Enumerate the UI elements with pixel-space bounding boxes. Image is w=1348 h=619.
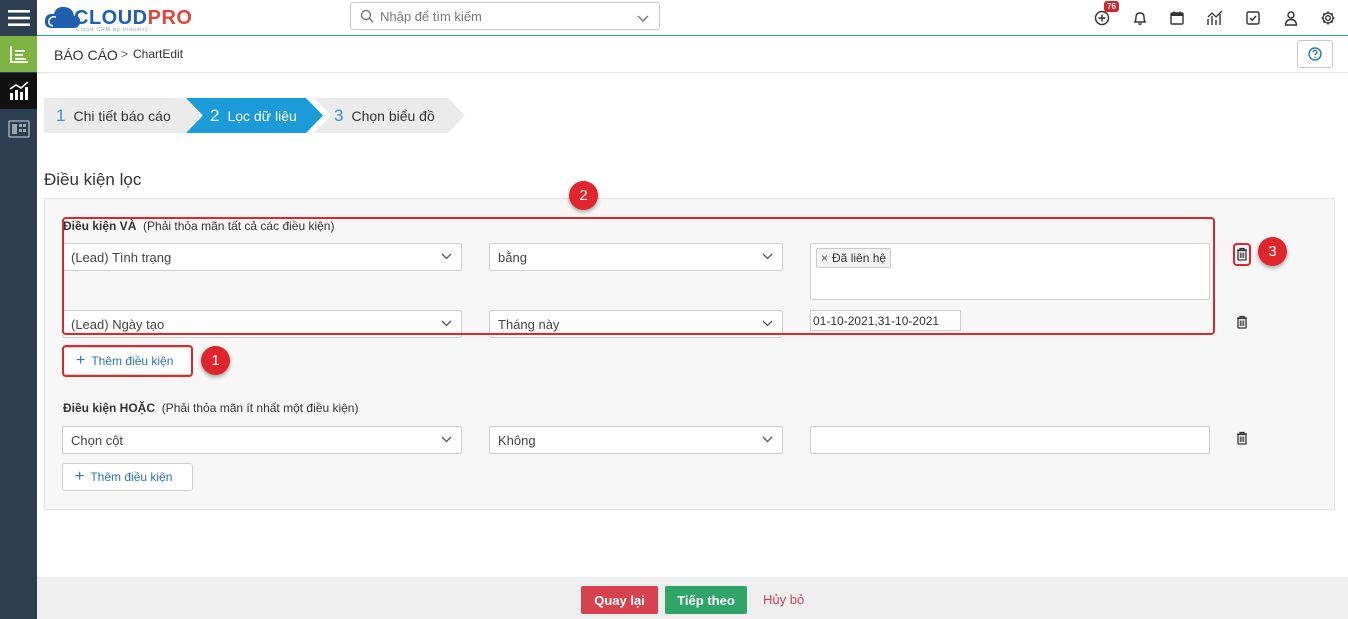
or-row1-column-select[interactable]: Chọn cột (62, 426, 462, 454)
annotation-highlight-add-button (62, 345, 193, 377)
or-add-condition-button[interactable]: + Thêm điều kiện (62, 463, 193, 491)
notification-count-badge: 76 (1104, 1, 1119, 12)
task-check-icon[interactable] (1244, 9, 1262, 27)
settings-gear-icon[interactable] (1319, 9, 1337, 27)
annotation-highlight-trash (1233, 243, 1251, 266)
reports-list-icon[interactable] (0, 36, 37, 72)
annotation-highlight-and-group (62, 217, 1215, 335)
help-icon (1308, 47, 1322, 61)
chevron-down-icon (762, 436, 773, 443)
or-row1-value-input[interactable] (810, 426, 1210, 454)
search-icon (360, 9, 374, 26)
logo-tagline: Cloud CRM by Industry (76, 27, 149, 33)
search-input[interactable] (380, 7, 630, 26)
calculator-icon[interactable] (0, 111, 37, 147)
or-group-hint: (Phải thỏa mãn ít nhất một điều kiện) (161, 401, 359, 415)
cloudpro-logo[interactable]: CLOUDPRO Cloud CRM by Industry (42, 2, 192, 34)
plus-icon: + (75, 468, 85, 485)
breadcrumb-module[interactable]: BÁO CÁO (54, 47, 118, 63)
or-group-label: Điều kiện HOẶC (Phải thỏa mãn ít nhất mộ… (63, 401, 358, 415)
trash-icon[interactable] (1236, 431, 1250, 447)
next-button[interactable]: Tiếp theo (665, 586, 747, 614)
annotation-marker-3: 3 (1258, 237, 1287, 266)
footer-bar: Quay lại Tiếp theo Hủy bỏ (37, 577, 1348, 619)
step-choose-chart[interactable]: 3 Chọn biểu đồ (314, 98, 465, 133)
annotation-marker-2: 2 (569, 181, 598, 210)
or-group-title: Điều kiện HOẶC (63, 401, 156, 415)
menu-icon[interactable] (0, 0, 37, 36)
step-number: 3 (334, 105, 344, 125)
back-button[interactable]: Quay lại (581, 586, 658, 614)
step-filter-data[interactable]: 2 Lọc dữ liệu (186, 98, 323, 133)
breadcrumb: BÁO CÁO > ChartEdit (37, 37, 1348, 73)
step-number: 1 (56, 105, 66, 125)
global-search[interactable] (350, 2, 660, 30)
step-label: Chi tiết báo cáo (73, 107, 171, 124)
chevron-down-icon (441, 436, 452, 443)
top-bar: CLOUDPRO Cloud CRM by Industry (37, 0, 1348, 36)
bell-icon[interactable] (1131, 9, 1149, 27)
help-button[interactable] (1297, 40, 1333, 68)
chart-report-icon[interactable] (0, 73, 37, 109)
breadcrumb-page: ChartEdit (133, 47, 184, 61)
step-number: 2 (210, 105, 220, 125)
chevron-down-icon[interactable] (637, 11, 649, 26)
user-icon[interactable] (1282, 9, 1300, 27)
annotation-marker-1: 1 (201, 346, 230, 375)
chart-icon[interactable] (1206, 9, 1224, 27)
step-report-details[interactable]: 1 Chi tiết báo cáo (44, 98, 199, 133)
trash-icon[interactable] (1236, 315, 1250, 331)
step-label: Chọn biểu đồ (351, 107, 435, 124)
select-value: Không (498, 433, 536, 448)
step-label: Lọc dữ liệu (227, 107, 297, 124)
select-value: Chọn cột (71, 433, 124, 448)
calendar-icon[interactable] (1168, 9, 1186, 27)
breadcrumb-separator: > (121, 47, 129, 61)
button-label: Thêm điều kiện (90, 470, 173, 484)
cancel-link[interactable]: Hủy bỏ (763, 592, 804, 607)
left-rail (0, 0, 37, 619)
section-title: Điều kiện lọc (44, 170, 142, 189)
or-row1-operator-select[interactable]: Không (489, 426, 783, 454)
